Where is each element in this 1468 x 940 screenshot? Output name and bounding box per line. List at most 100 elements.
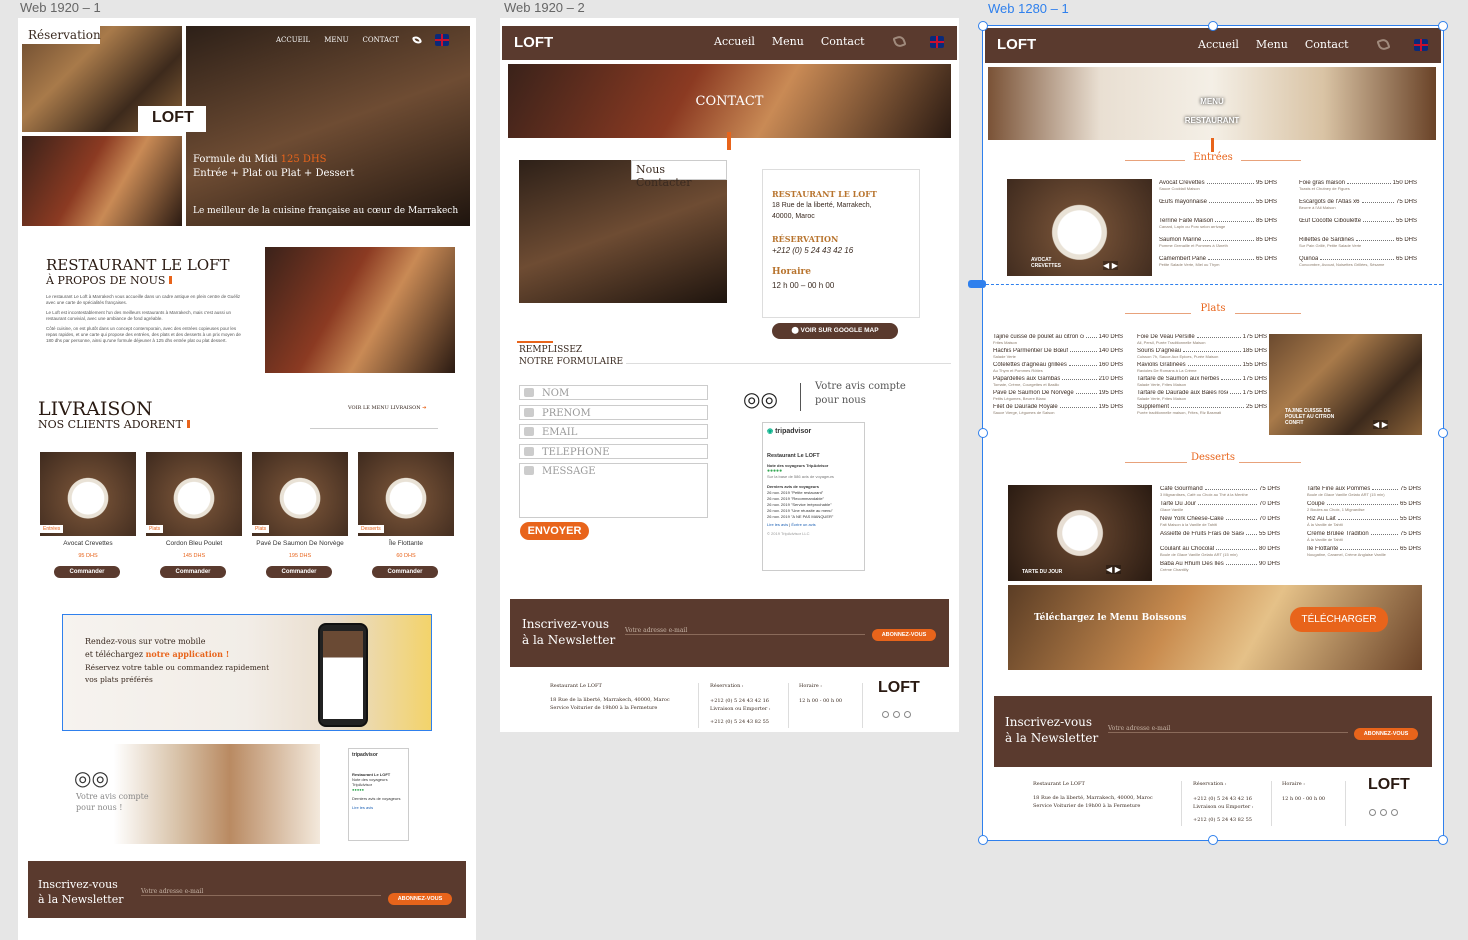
footer-logo[interactable]: LOFT <box>878 679 920 697</box>
ta-read-link[interactable]: Lire les avis <box>352 805 405 810</box>
resize-handle-nw[interactable] <box>978 21 988 31</box>
instagram-icon[interactable] <box>893 711 900 718</box>
chevron-right-icon[interactable]: ▶ <box>1115 565 1121 574</box>
nav-menu[interactable]: Menu <box>1256 38 1288 51</box>
form-field-telephone[interactable]: TELEPHONE <box>519 443 708 459</box>
artboard-menu[interactable]: LOFT Accueil Menu Contact MENU RESTAURAN… <box>982 25 1444 841</box>
resize-handle-s[interactable] <box>1208 835 1218 845</box>
google-map-button[interactable]: ⬤ VOIR SUR GOOGLE MAP <box>772 323 898 339</box>
form-field-email[interactable]: EMAIL <box>519 424 708 439</box>
order-button[interactable]: Commander <box>54 566 120 578</box>
subscribe-button[interactable]: ABONNEZ-VOUS <box>1354 728 1418 740</box>
instagram-icon[interactable] <box>1380 809 1387 816</box>
uk-flag-icon[interactable] <box>435 34 450 46</box>
reservation-tab[interactable]: Réservation <box>22 26 101 44</box>
carousel-arrows[interactable]: ◀ ▶ <box>1106 565 1121 574</box>
artboard-label-1[interactable]: Web 1920 – 1 <box>20 0 101 15</box>
carousel-arrows[interactable]: ◀ ▶ <box>1373 420 1388 429</box>
ta-review-item[interactable]: 26 nov. 2019 "A NE PAS MANQUER" <box>767 514 860 519</box>
nav-home[interactable]: Accueil <box>714 35 755 48</box>
form-field-prenom[interactable]: PRENOM <box>519 404 708 420</box>
order-button[interactable]: Commander <box>372 566 438 578</box>
reservation-phone[interactable]: +212 (0) 5 24 43 42 16 <box>772 246 853 255</box>
order-button[interactable]: Commander <box>266 566 332 578</box>
order-button[interactable]: Commander <box>160 566 226 578</box>
nav-home[interactable]: ACCUEIL <box>276 36 310 44</box>
ta-review-item[interactable]: 26 nov. 2019 "Petite restaurant" <box>767 490 860 495</box>
download-drinks-button[interactable]: TÉLÉCHARGER <box>1290 607 1388 632</box>
phone-icon[interactable] <box>891 34 907 49</box>
ta-review-date: 26 nov. 2019 <box>767 514 790 519</box>
submit-button[interactable]: ENVOYER <box>520 522 589 540</box>
nav-home[interactable]: Accueil <box>1198 38 1239 51</box>
tripadvisor-widget-small[interactable]: tripadvisor Restaurant Le LOFT Note des … <box>348 748 409 841</box>
newsletter-email-input[interactable]: Votre adresse e-mail <box>625 627 865 635</box>
menu-item-price: 75 DHS <box>1399 486 1421 492</box>
ta-review-item[interactable]: 26 nov. 2019 "Service irréprochable" <box>767 502 860 507</box>
facebook-icon[interactable] <box>1369 809 1376 816</box>
dish-card[interactable]: Desserts Île Flottante 60 DHS Commander <box>358 452 454 580</box>
chevron-left-icon[interactable]: ◀ <box>1106 565 1112 574</box>
carousel-arrows[interactable]: ◀ ▶ <box>1103 261 1118 270</box>
ta-restaurant: Restaurant Le LOFT <box>767 453 820 459</box>
resize-handle-ne[interactable] <box>1438 21 1448 31</box>
newsletter-email-input[interactable]: Votre adresse e-mail <box>141 888 381 896</box>
footer-res-phone[interactable]: +212 (0) 5 24 43 42 16 <box>1193 796 1252 802</box>
dish-card[interactable]: Entrées Avocat Crevettes 95 DHS Commander <box>40 452 136 580</box>
chevron-left-icon[interactable]: ◀ <box>1103 261 1109 270</box>
subscribe-button[interactable]: ABONNEZ-VOUS <box>388 893 452 905</box>
footer-delivery-phone[interactable]: +212 (0) 5 24 43 82 55 <box>710 719 769 725</box>
resize-handle-sw[interactable] <box>978 835 988 845</box>
resize-handle-se[interactable] <box>1438 835 1448 845</box>
tripadvisor-widget[interactable]: ◉ tripadvisor Restaurant Le LOFT Note de… <box>762 422 865 571</box>
ta-read-link[interactable]: Lire les avis <box>767 522 788 527</box>
menu-item-name: Assiette de Fruits Frais de Saison <box>1160 531 1244 537</box>
nav-contact[interactable]: Contact <box>821 35 865 48</box>
brand-logo[interactable]: LOFT <box>138 106 206 132</box>
ta-write-link[interactable]: Écrire un avis <box>791 522 815 527</box>
artboard-label-3[interactable]: Web 1280 – 1 <box>988 1 1069 16</box>
tripadvisor-icon[interactable] <box>1391 809 1398 816</box>
menu-item-price: 195 DHS <box>1098 390 1123 396</box>
nav-menu[interactable]: MENU <box>324 36 348 44</box>
brand-logo[interactable]: LOFT <box>997 36 1036 53</box>
newsletter-email-input[interactable]: Votre adresse e-mail <box>1108 725 1348 733</box>
chevron-left-icon[interactable]: ◀ <box>1373 420 1379 429</box>
form-field-message[interactable]: MESSAGE <box>519 463 708 518</box>
form-field-nom[interactable]: NOM <box>519 385 708 400</box>
brand-logo[interactable]: LOFT <box>514 34 553 51</box>
delivery-menu-link[interactable]: VOIR LE MENU LIVRAISON ➔ <box>348 405 426 411</box>
dish-card[interactable]: Plats Cordon Bleu Poulet 145 DHS Commander <box>146 452 242 580</box>
dish-card[interactable]: Plats Pavé De Saumon De Norvège 195 DHS Com… <box>252 452 348 580</box>
ta-review-item[interactable]: 26 nov. 2019 "Recommandable" <box>767 496 860 501</box>
footer-logo[interactable]: LOFT <box>1368 776 1410 794</box>
chevron-right-icon[interactable]: ▶ <box>1382 420 1388 429</box>
resize-handle-e[interactable] <box>1438 428 1448 438</box>
tripadvisor-icon[interactable] <box>904 711 911 718</box>
chevron-right-icon[interactable]: ▶ <box>1112 261 1118 270</box>
uk-flag-icon[interactable] <box>1413 38 1428 51</box>
subscribe-button[interactable]: ABONNEZ-VOUS <box>872 629 936 641</box>
footer-delivery-label: Livraison ou Emporter : <box>1193 804 1254 810</box>
uk-flag-icon[interactable] <box>929 35 944 48</box>
facebook-icon[interactable] <box>882 711 889 718</box>
dish-name: Avocat Crevettes <box>63 540 113 547</box>
resize-handle-n[interactable] <box>1208 21 1218 31</box>
nav-contact[interactable]: CONTACT <box>363 36 400 44</box>
field-icon <box>524 446 534 456</box>
menu-item: Souris D'agneau 185 DHS Cuisson 7h, Sauce … <box>1137 348 1267 362</box>
app-banner[interactable]: Rendez-vous sur votre mobile et téléchar… <box>62 614 432 731</box>
resize-handle-w[interactable] <box>978 428 988 438</box>
nav-menu[interactable]: Menu <box>772 35 804 48</box>
scroll-guide-handle[interactable] <box>968 280 986 288</box>
menu-item-price: 65 DHS <box>1395 237 1417 243</box>
ta-review-item[interactable]: 26 nov. 2019 "Une réussite au menu" <box>767 508 860 513</box>
footer-delivery-phone[interactable]: +212 (0) 5 24 43 82 55 <box>1193 817 1252 823</box>
phone-icon[interactable] <box>411 34 423 46</box>
artboard-label-2[interactable]: Web 1920 – 2 <box>504 0 585 15</box>
nav-contact[interactable]: Contact <box>1305 38 1349 51</box>
footer-contact: Restaurant Le LOFT 18 Rue de la liberté,… <box>500 678 959 732</box>
scroll-guide-line[interactable] <box>986 284 1442 285</box>
footer-res-phone[interactable]: +212 (0) 5 24 43 42 16 <box>710 698 769 704</box>
phone-icon[interactable] <box>1375 37 1391 52</box>
